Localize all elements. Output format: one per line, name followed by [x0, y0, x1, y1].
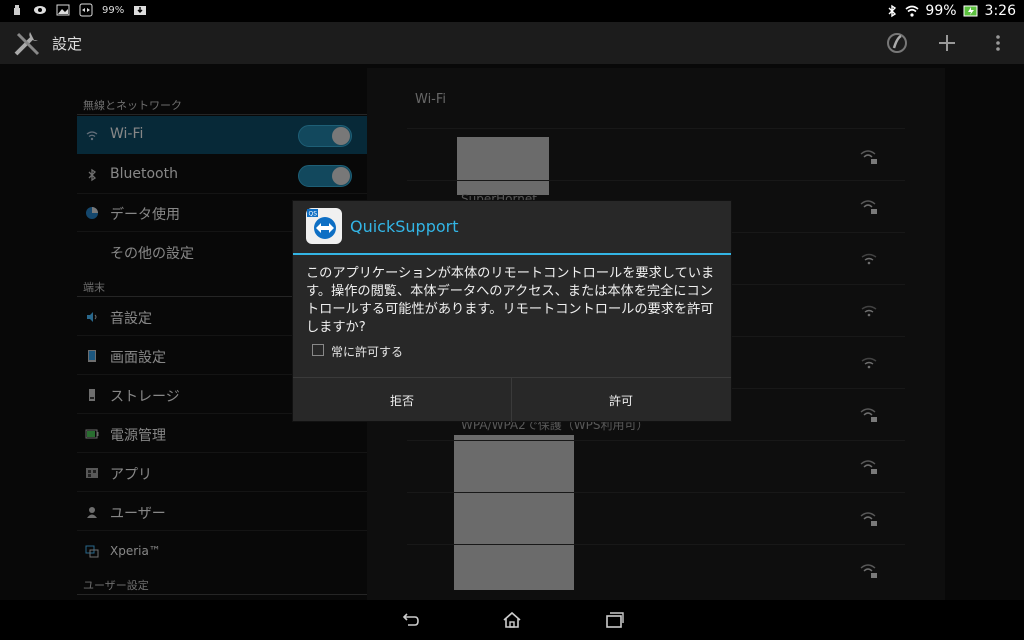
- battery-icon: [963, 5, 978, 17]
- status-bar: 99% 99% 3:26: [0, 0, 1024, 22]
- page-title: 設定: [52, 35, 83, 53]
- settings-tools-icon[interactable]: [12, 28, 44, 60]
- back-icon[interactable]: [398, 608, 422, 632]
- overflow-menu-icon[interactable]: [985, 30, 1011, 56]
- usb-debug-icon: [14, 5, 20, 15]
- battery-small-text: 99%: [102, 4, 125, 16]
- download-icon: [134, 6, 147, 15]
- teamviewer-icon: [79, 3, 93, 17]
- deny-button[interactable]: 拒否: [293, 378, 511, 422]
- notification-icons: 99%: [10, 3, 147, 17]
- action-bar: 設定: [0, 22, 1024, 64]
- allow-button[interactable]: 許可: [512, 378, 730, 422]
- bluetooth-icon: [888, 4, 897, 18]
- eye-icon: [34, 6, 46, 14]
- wifi-direct-icon[interactable]: [884, 30, 910, 56]
- dialog-button-row: 拒否 許可: [293, 377, 731, 422]
- add-icon[interactable]: [934, 30, 960, 56]
- wifi-icon: [905, 5, 919, 17]
- dialog-header: QS QuickSupport: [293, 201, 731, 255]
- quicksupport-app-icon: QS: [306, 208, 342, 244]
- home-icon[interactable]: [500, 608, 524, 632]
- dialog-message: このアプリケーションが本体のリモートコントロールを要求しています。操作の閲覧、本…: [306, 266, 715, 335]
- navigation-bar: [0, 600, 1024, 640]
- battery-percent: 99%: [925, 3, 957, 19]
- always-allow-checkbox[interactable]: [312, 344, 324, 356]
- image-icon: [56, 4, 70, 16]
- always-allow-label[interactable]: 常に許可する: [331, 343, 403, 360]
- dialog-title: QuickSupport: [350, 217, 459, 236]
- recents-icon[interactable]: [602, 608, 626, 632]
- clock: 3:26: [984, 3, 1016, 19]
- svg-text:QS: QS: [309, 211, 318, 218]
- remote-control-dialog: QS QuickSupport このアプリケーションが本体のリモートコントロール…: [293, 201, 731, 422]
- system-status: 99% 3:26: [885, 0, 1016, 22]
